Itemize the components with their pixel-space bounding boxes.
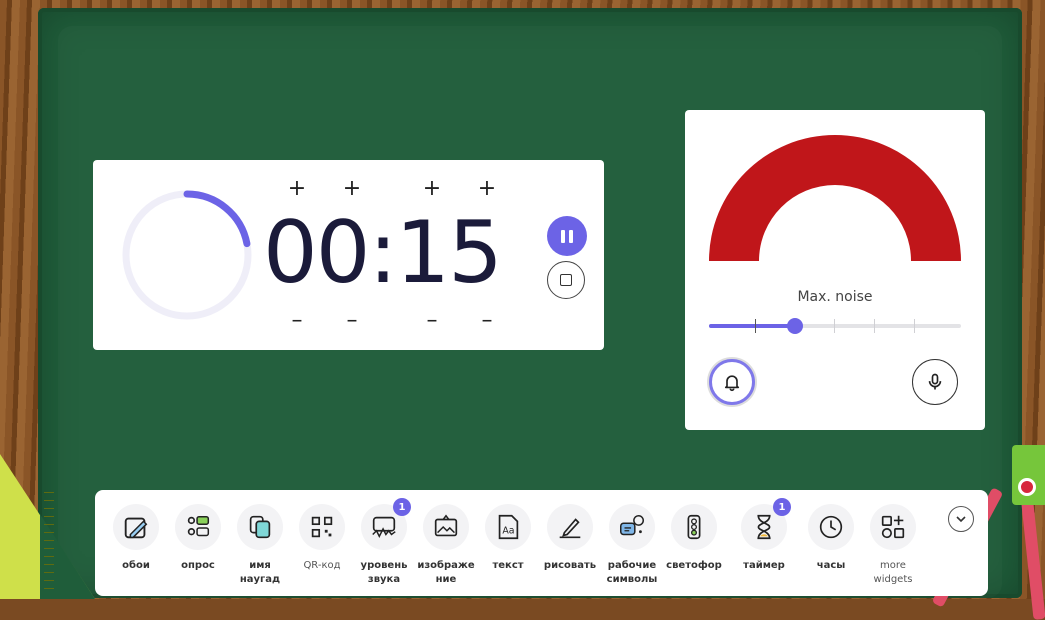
dock-item-sound-level[interactable]: 1 уровень звука — [353, 498, 415, 587]
dock-item-draw[interactable]: рисовать — [539, 504, 601, 573]
widget-dock: обои опрос имя наугад QR-код 1 уровень з… — [95, 490, 988, 596]
timer-display: 00:15 — [263, 198, 503, 308]
timer-seconds: 15 — [395, 203, 502, 303]
dock-item-image[interactable]: изображе ние — [415, 504, 477, 587]
dock-item-work-symbols[interactable]: рабочие символы — [601, 504, 663, 587]
image-icon — [434, 514, 458, 537]
minutes-ones-minus-button[interactable]: – — [342, 310, 362, 332]
bell-icon — [724, 375, 740, 392]
dock-item-label: опрос — [181, 560, 215, 571]
svg-text:Aa: Aa — [502, 526, 514, 537]
stop-icon — [560, 274, 572, 286]
timer-separator: : — [368, 203, 397, 303]
timer-widget[interactable]: + + + + 00:15 – – – – — [93, 160, 604, 350]
dock-item-clock[interactable]: часы — [800, 504, 862, 573]
minutes-tens-plus-button[interactable]: + — [287, 178, 307, 200]
hourglass-icon — [757, 514, 771, 540]
dock-item-label: таймер — [743, 560, 785, 571]
noise-gauge — [709, 135, 961, 261]
random-name-icon — [249, 515, 271, 539]
dock-item-traffic-light[interactable]: светофор — [663, 504, 725, 573]
draw-icon — [559, 518, 581, 539]
noise-threshold-slider[interactable] — [709, 318, 961, 334]
dock-item-label: изображе ние — [417, 560, 475, 585]
minutes-tens-minus-button[interactable]: – — [287, 310, 307, 332]
noise-meter-widget: Max. noise — [685, 110, 985, 430]
slider-thumb[interactable] — [786, 318, 803, 334]
dock-item-label: текст — [492, 560, 524, 571]
dock-item-label: QR-код — [303, 560, 341, 571]
dock-item-label: more widgets — [873, 560, 913, 585]
dock-item-text[interactable]: Aa текст — [477, 504, 539, 573]
dock-item-timer[interactable]: 1 таймер — [733, 498, 795, 573]
work-symbols-icon — [620, 515, 644, 536]
seconds-ones-minus-button[interactable]: – — [477, 310, 497, 332]
dock-item-wallpaper[interactable]: обои — [105, 504, 167, 573]
minutes-ones-plus-button[interactable]: + — [342, 178, 362, 200]
seconds-tens-minus-button[interactable]: – — [422, 310, 442, 332]
seconds-tens-plus-button[interactable]: + — [422, 178, 442, 200]
dock-item-random-name[interactable]: имя наугад — [229, 504, 291, 587]
dock-item-qr-code[interactable]: QR-код — [291, 504, 353, 573]
dock-item-label: рабочие символы — [606, 560, 658, 585]
max-noise-label: Max. noise — [797, 289, 873, 305]
chevron-down-icon — [956, 516, 966, 523]
sound-level-icon — [372, 516, 396, 539]
pause-icon — [561, 229, 565, 243]
microphone-button[interactable] — [912, 359, 958, 405]
bell-button[interactable] — [709, 359, 755, 405]
notification-badge: 1 — [393, 498, 411, 516]
microphone-icon — [928, 373, 942, 390]
dock-item-label: светофор — [666, 560, 722, 571]
more-widgets-icon — [881, 515, 905, 539]
dock-item-label: рисовать — [543, 560, 597, 571]
notification-badge: 1 — [773, 498, 791, 516]
clock-icon — [819, 515, 843, 539]
dock-item-label: имя наугад — [239, 560, 281, 585]
dock-item-label: обои — [122, 560, 150, 571]
dock-item-more-widgets[interactable]: more widgets — [862, 504, 924, 587]
collapse-dock-button[interactable] — [948, 506, 974, 532]
traffic-light-icon — [687, 514, 701, 540]
dock-item-label: часы — [816, 560, 846, 571]
text-icon: Aa — [498, 514, 519, 540]
timer-progress-ring — [122, 190, 252, 320]
seconds-ones-plus-button[interactable]: + — [477, 178, 497, 200]
poll-icon — [187, 515, 210, 537]
qr-code-icon — [311, 516, 333, 538]
timer-minutes: 00 — [263, 203, 370, 303]
pause-button[interactable] — [547, 216, 587, 256]
wallpaper-icon — [124, 517, 148, 539]
dock-item-poll[interactable]: опрос — [167, 504, 229, 573]
stop-button[interactable] — [547, 261, 585, 299]
dock-item-label: уровень звука — [360, 560, 408, 585]
